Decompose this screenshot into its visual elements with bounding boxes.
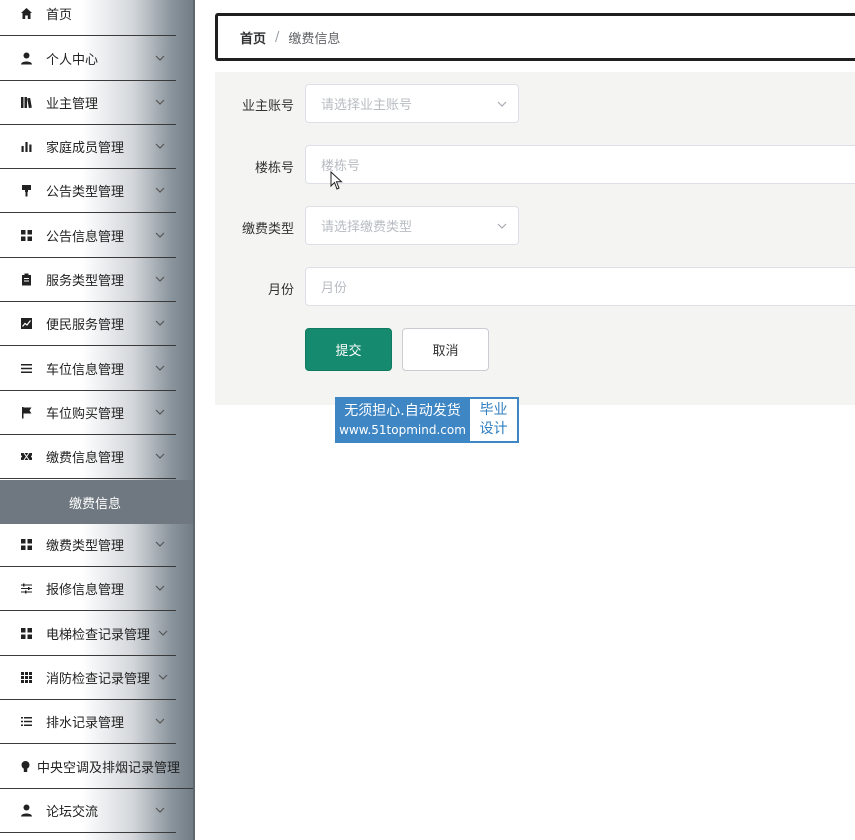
watermark-badge: 无须担心.自动发货 www.51topmind.com 毕业 设计 [335,397,519,443]
chevron-down-icon [155,365,165,371]
watermark-left: 无须担心.自动发货 www.51topmind.com [335,397,470,443]
sidebar-item-owner-management[interactable]: 业主管理 [0,81,176,125]
chevron-down-icon [155,541,165,547]
chevron-down-icon [158,674,168,680]
dots-grid-icon [18,670,34,686]
sidebar-subitem-fee-info[interactable]: 缴费信息 [0,480,195,524]
sliders-icon [18,581,34,597]
watermark-line1: 无须担心.自动发货 [344,403,461,419]
watermark-right-line2: 设计 [479,421,508,437]
list-icon [18,361,34,377]
breadcrumb-separator: / [275,29,280,45]
flag-icon [18,405,34,421]
sidebar-item-forum[interactable]: 论坛交流 [0,789,176,833]
watermark-right: 毕业 设计 [470,399,517,441]
watermark-right-line1: 毕业 [479,402,508,418]
chevron-down-icon [155,718,165,724]
chevron-down-icon [155,320,165,326]
month-placeholder: 月份 [321,281,348,296]
library-icon [18,95,34,111]
bar-chart-icon [18,139,34,155]
chevron-down-icon [497,101,507,107]
sidebar-item-label: 中央空调及排烟记录管理 [37,761,181,776]
grid-icon [18,626,34,642]
sidebar-item-parking-purchase[interactable]: 车位购买管理 [0,391,176,435]
paint-roller-icon [18,183,34,199]
user-icon [18,803,34,819]
fee-type-label: 缴费类型 [241,222,294,237]
clipboard-icon [18,272,34,288]
submit-button[interactable]: 提交 [305,328,392,371]
sidebar-item-family-members[interactable]: 家庭成员管理 [0,125,176,169]
sidebar-item-fee-type[interactable]: 缴费类型管理 [0,523,176,567]
sidebar-item-fire-check[interactable]: 消防检查记录管理 [0,656,176,700]
trend-chart-icon [18,316,34,332]
month-input[interactable]: 月份 [305,267,855,306]
sidebar-item-home[interactable]: 首页 [0,0,176,36]
sidebar-item-hvac-smoke[interactable]: 中央空调及排烟记录管理 [0,745,195,789]
chevron-down-icon [155,453,165,459]
chevron-down-icon [155,276,165,282]
chevron-down-icon [155,807,165,813]
sidebar-item-service-type[interactable]: 服务类型管理 [0,258,176,302]
building-label: 楼栋号 [254,161,294,176]
sidebar-subitem-label: 缴费信息 [69,496,122,512]
chevron-down-icon [158,630,168,636]
owner-account-label: 业主账号 [241,99,294,114]
bulb-icon [17,759,33,775]
list-icon [18,714,34,730]
sidebar-item-elevator-check[interactable]: 电梯检查记录管理 [0,612,176,656]
chevron-down-icon [497,223,507,229]
building-input[interactable]: 楼栋号 [305,145,855,184]
grid-icon [18,228,34,244]
owner-account-placeholder: 请选择业主账号 [321,98,413,113]
sidebar-item-repair-info[interactable]: 报修信息管理 [0,567,176,611]
cancel-button[interactable]: 取消 [402,328,489,371]
chevron-down-icon [155,409,165,415]
ticket-icon [18,449,34,465]
user-icon [18,51,34,67]
sidebar-item-fee-info[interactable]: 缴费信息管理 [0,435,176,479]
chevron-down-icon [155,99,165,105]
chevron-down-icon [155,143,165,149]
sidebar-item-convenience-service[interactable]: 便民服务管理 [0,302,176,346]
watermark-line2: www.51topmind.com [339,423,466,437]
month-label: 月份 [267,283,294,298]
chevron-down-icon [155,585,165,591]
breadcrumb-home-link[interactable]: 首页 [240,28,266,47]
sidebar-item-personal-center[interactable]: 个人中心 [0,37,176,81]
chevron-down-icon [155,55,165,61]
sidebar: 首页 个人中心 业主管理 家庭成员管理 公告类型管理 公告信息管理 服务类型管理… [0,0,195,840]
owner-account-select[interactable]: 请选择业主账号 [305,84,519,123]
grid-icon [18,537,34,553]
home-icon [18,6,34,22]
breadcrumb: 首页 / 缴费信息 [215,13,855,61]
chevron-down-icon [155,187,165,193]
sidebar-item-notice-type[interactable]: 公告类型管理 [0,169,176,213]
mouse-cursor-icon [330,171,343,190]
sidebar-item-label: 首页 [46,8,73,23]
fee-type-select[interactable]: 请选择缴费类型 [305,206,519,245]
chevron-down-icon [155,232,165,238]
sidebar-item-drainage[interactable]: 排水记录管理 [0,700,176,744]
sidebar-item-notice-info[interactable]: 公告信息管理 [0,214,176,258]
sidebar-item-parking-info[interactable]: 车位信息管理 [0,347,176,391]
breadcrumb-current: 缴费信息 [288,31,341,47]
fee-type-placeholder: 请选择缴费类型 [321,220,413,235]
